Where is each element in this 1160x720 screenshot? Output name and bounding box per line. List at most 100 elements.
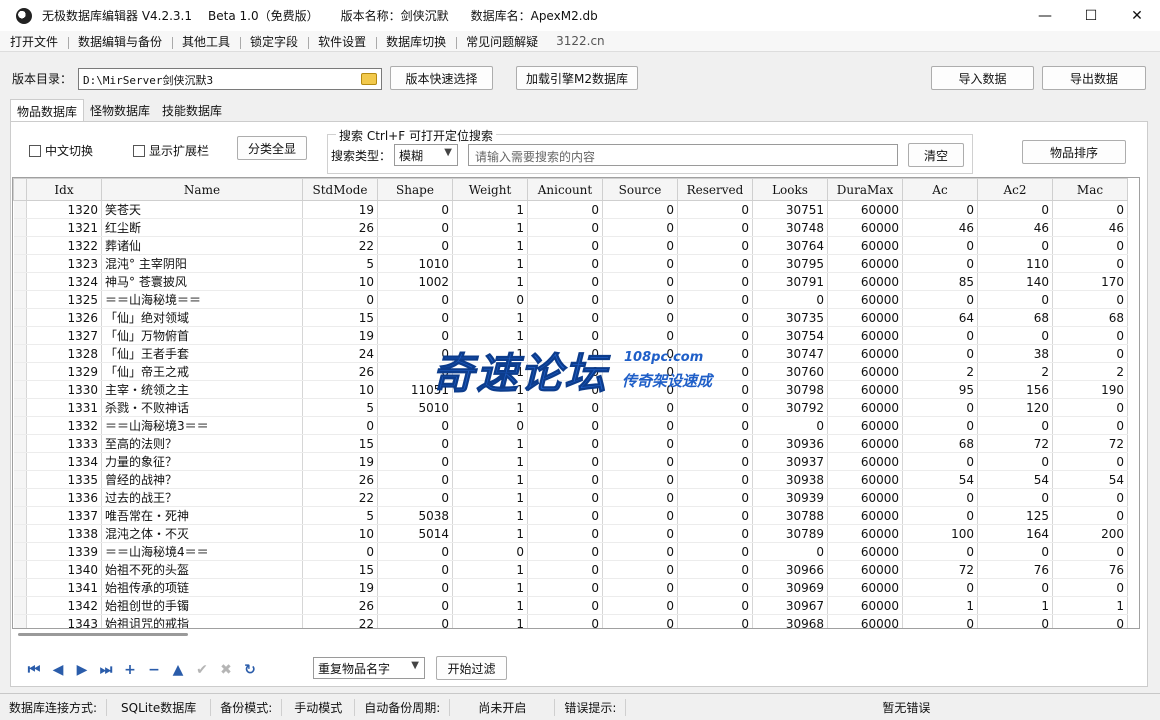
cell-shape[interactable]: 0 bbox=[377, 488, 453, 507]
table-row[interactable]: 1343 始祖诅咒的戒指 22 0 1 0 0 0 30968 60000 0 0 0 bbox=[13, 614, 1128, 628]
cell-ac[interactable]: 54 bbox=[902, 470, 978, 489]
cell-looks[interactable]: 30966 bbox=[752, 560, 828, 579]
cell-weight[interactable]: 1 bbox=[452, 326, 528, 345]
cell-name[interactable]: 始祖创世的手镯 bbox=[101, 596, 303, 615]
cell-reserved[interactable]: 0 bbox=[677, 380, 753, 399]
cell-weight[interactable]: 1 bbox=[452, 578, 528, 597]
cell-reserved[interactable]: 0 bbox=[677, 308, 753, 327]
cell-name[interactable]: 「仙」帝王之戒 bbox=[101, 362, 303, 381]
cell-weight[interactable]: 1 bbox=[452, 596, 528, 615]
cell-idx[interactable]: 1341 bbox=[26, 578, 102, 597]
table-row[interactable]: 1331 杀戮・不败神话 5 5010 1 0 0 0 30792 60000 0 120 0 bbox=[13, 398, 1128, 417]
cell-idx[interactable]: 1336 bbox=[26, 488, 102, 507]
cell-mac[interactable]: 72 bbox=[1052, 434, 1128, 453]
column-header-weight[interactable]: Weight bbox=[452, 178, 528, 201]
cell-mac[interactable]: 54 bbox=[1052, 470, 1128, 489]
cell-anicount[interactable]: 0 bbox=[527, 506, 603, 525]
cell-ac2[interactable]: 120 bbox=[977, 398, 1053, 417]
column-header-ac2[interactable]: Ac2 bbox=[977, 178, 1053, 201]
cell-stdmode[interactable]: 0 bbox=[302, 290, 378, 309]
cell-looks[interactable]: 30795 bbox=[752, 254, 828, 273]
cell-name[interactable]: 主宰・统领之主 bbox=[101, 380, 303, 399]
tab-skills-db[interactable]: 技能数据库 bbox=[156, 99, 228, 121]
cell-idx[interactable]: 1325 bbox=[26, 290, 102, 309]
filter-type-select[interactable]: 重复物品名字 ▼ bbox=[313, 657, 425, 679]
cell-name[interactable]: 神马° 苍寰披风 bbox=[101, 272, 303, 291]
cell-mac[interactable]: 46 bbox=[1052, 218, 1128, 237]
cell-shape[interactable]: 0 bbox=[377, 416, 453, 435]
cell-ac[interactable]: 68 bbox=[902, 434, 978, 453]
row-selector[interactable] bbox=[13, 542, 27, 561]
cell-ac[interactable]: 0 bbox=[902, 416, 978, 435]
cell-source[interactable]: 0 bbox=[602, 218, 678, 237]
cell-mac[interactable]: 68 bbox=[1052, 308, 1128, 327]
cell-idx[interactable]: 1338 bbox=[26, 524, 102, 543]
cell-shape[interactable]: 0 bbox=[377, 578, 453, 597]
cell-anicount[interactable]: 0 bbox=[527, 272, 603, 291]
cell-weight[interactable]: 0 bbox=[452, 290, 528, 309]
cell-idx[interactable]: 1323 bbox=[26, 254, 102, 273]
cell-name[interactable]: 至高的法则？ bbox=[101, 434, 303, 453]
cell-ac2[interactable]: 72 bbox=[977, 434, 1053, 453]
cell-anicount[interactable]: 0 bbox=[527, 236, 603, 255]
column-header-stdmode[interactable]: StdMode bbox=[302, 178, 378, 201]
cell-weight[interactable]: 1 bbox=[452, 560, 528, 579]
cell-ac2[interactable]: 140 bbox=[977, 272, 1053, 291]
cell-name[interactable]: 唯吾常在・死神 bbox=[101, 506, 303, 525]
cell-duramax[interactable]: 60000 bbox=[827, 416, 903, 435]
cell-looks[interactable]: 0 bbox=[752, 416, 828, 435]
item-sort-button[interactable]: 物品排序 bbox=[1022, 140, 1126, 164]
cell-weight[interactable]: 1 bbox=[452, 506, 528, 525]
cell-duramax[interactable]: 60000 bbox=[827, 542, 903, 561]
cell-name[interactable]: 笑苍天 bbox=[101, 200, 303, 219]
menu-other-tools[interactable]: 其他工具 bbox=[172, 33, 240, 50]
cell-source[interactable]: 0 bbox=[602, 308, 678, 327]
table-row[interactable]: 1336 过去的战王？ 22 0 1 0 0 0 30939 60000 0 0 0 bbox=[13, 488, 1128, 507]
cell-mac[interactable]: 0 bbox=[1052, 506, 1128, 525]
cell-source[interactable]: 0 bbox=[602, 524, 678, 543]
cell-stdmode[interactable]: 19 bbox=[302, 200, 378, 219]
cell-idx[interactable]: 1339 bbox=[26, 542, 102, 561]
cell-shape[interactable]: 0 bbox=[377, 434, 453, 453]
cell-idx[interactable]: 1337 bbox=[26, 506, 102, 525]
cell-weight[interactable]: 1 bbox=[452, 200, 528, 219]
cell-anicount[interactable]: 0 bbox=[527, 290, 603, 309]
cell-shape[interactable]: 0 bbox=[377, 452, 453, 471]
cell-ac[interactable]: 72 bbox=[902, 560, 978, 579]
cell-reserved[interactable]: 0 bbox=[677, 470, 753, 489]
cell-stdmode[interactable]: 0 bbox=[302, 542, 378, 561]
cell-stdmode[interactable]: 15 bbox=[302, 434, 378, 453]
cell-idx[interactable]: 1335 bbox=[26, 470, 102, 489]
cell-ac2[interactable]: 0 bbox=[977, 614, 1053, 628]
cell-source[interactable]: 0 bbox=[602, 380, 678, 399]
cell-idx[interactable]: 1329 bbox=[26, 362, 102, 381]
cell-ac2[interactable]: 0 bbox=[977, 488, 1053, 507]
cell-anicount[interactable]: 0 bbox=[527, 218, 603, 237]
cell-ac[interactable]: 2 bbox=[902, 362, 978, 381]
cell-idx[interactable]: 1330 bbox=[26, 380, 102, 399]
prior-record-icon[interactable]: ◀ bbox=[46, 660, 70, 680]
row-selector[interactable] bbox=[13, 470, 27, 489]
table-row[interactable]: 1329 「仙」帝王之戒 26 0 1 0 0 0 30760 60000 2 2 2 bbox=[13, 362, 1128, 381]
cell-stdmode[interactable]: 24 bbox=[302, 344, 378, 363]
cell-source[interactable]: 0 bbox=[602, 290, 678, 309]
cell-anicount[interactable]: 0 bbox=[527, 326, 603, 345]
cell-ac2[interactable]: 0 bbox=[977, 416, 1053, 435]
cell-idx[interactable]: 1342 bbox=[26, 596, 102, 615]
show-ext-checkbox[interactable]: 显示扩展栏 bbox=[133, 142, 209, 159]
menu-lock-fields[interactable]: 锁定字段 bbox=[240, 33, 308, 50]
cell-shape[interactable]: 0 bbox=[377, 290, 453, 309]
cell-ac2[interactable]: 1 bbox=[977, 596, 1053, 615]
cell-looks[interactable]: 30760 bbox=[752, 362, 828, 381]
cell-idx[interactable]: 1343 bbox=[26, 614, 102, 628]
cell-name[interactable]: 「仙」万物俯首 bbox=[101, 326, 303, 345]
cell-ac[interactable]: 100 bbox=[902, 524, 978, 543]
edit-record-icon[interactable]: ▲ bbox=[166, 660, 190, 680]
column-header-duramax[interactable]: DuraMax bbox=[827, 178, 903, 201]
cell-mac[interactable]: 170 bbox=[1052, 272, 1128, 291]
cell-shape[interactable]: 0 bbox=[377, 542, 453, 561]
cell-ac[interactable]: 64 bbox=[902, 308, 978, 327]
table-row[interactable]: 1333 至高的法则？ 15 0 1 0 0 0 30936 60000 68 72 72 bbox=[13, 434, 1128, 453]
cell-ac[interactable]: 0 bbox=[902, 236, 978, 255]
delete-record-icon[interactable]: − bbox=[142, 660, 166, 680]
